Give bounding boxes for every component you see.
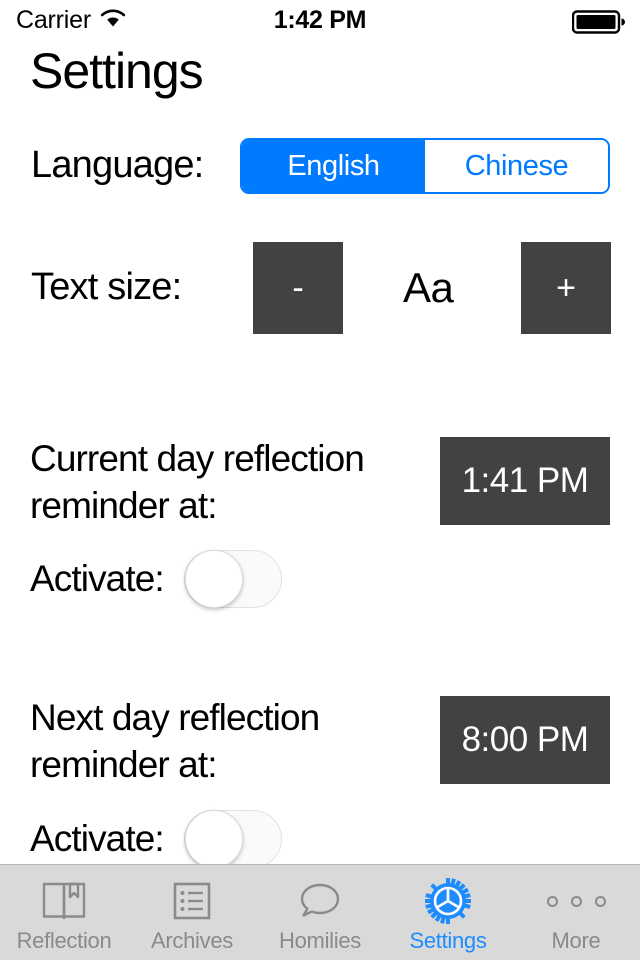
toggle-knob: [185, 550, 243, 608]
next-day-activate-toggle[interactable]: [184, 810, 282, 868]
language-option-chinese[interactable]: Chinese: [425, 140, 608, 192]
status-bar: Carrier 1:42 PM: [0, 0, 640, 38]
next-day-reminder-label: Next day reflection reminder at:: [30, 697, 320, 785]
ellipsis-dot: [546, 895, 558, 907]
tab-bar: Reflection Archives Homilies Settings Mo…: [0, 864, 640, 960]
speech-bubble-icon: [296, 877, 344, 925]
tab-more[interactable]: More: [512, 865, 640, 960]
ellipsis-dot: [594, 895, 606, 907]
text-size-increase-button[interactable]: +: [521, 242, 611, 334]
tab-archives[interactable]: Archives: [128, 865, 256, 960]
gear-icon: [424, 877, 472, 925]
page-title: Settings: [30, 43, 204, 99]
tab-reflection[interactable]: Reflection: [0, 865, 128, 960]
text-size-decrease-button[interactable]: -: [253, 242, 343, 334]
tab-label-settings: Settings: [409, 928, 487, 953]
ellipsis-dot: [570, 895, 582, 907]
language-label: Language:: [31, 144, 204, 186]
toggle-knob: [185, 810, 243, 868]
text-size-label: Text size:: [31, 266, 182, 308]
current-day-activate-label: Activate:: [30, 558, 165, 599]
text-size-row: Text size: - Aa +: [0, 238, 640, 342]
battery-full-icon: [572, 10, 626, 34]
next-day-reminder-time-button[interactable]: 8:00 PM: [440, 696, 610, 784]
language-segmented-control[interactable]: English Chinese: [240, 138, 610, 194]
language-row: Language: English Chinese: [0, 132, 640, 204]
status-bar-clock: 1:42 PM: [273, 6, 367, 34]
list-icon: [170, 877, 214, 925]
text-size-sample-label: Aa: [403, 264, 454, 311]
tab-homilies[interactable]: Homilies: [256, 865, 384, 960]
next-day-activate-label: Activate:: [30, 818, 165, 859]
tab-label-homilies: Homilies: [279, 928, 361, 953]
ellipsis-icon: [546, 877, 606, 925]
settings-screen: Carrier 1:42 PM Settings Language: Engli…: [0, 0, 640, 960]
current-day-reminder-time-button[interactable]: 1:41 PM: [440, 437, 610, 525]
current-day-reminder-label: Current day reflection reminder at:: [30, 438, 365, 526]
tab-settings[interactable]: Settings: [384, 865, 512, 960]
tab-label-more: More: [551, 928, 601, 953]
tab-label-archives: Archives: [151, 928, 233, 953]
tab-label-reflection: Reflection: [16, 928, 112, 953]
book-icon: [41, 877, 87, 925]
language-option-english[interactable]: English: [242, 140, 425, 192]
current-day-activate-toggle[interactable]: [184, 550, 282, 608]
